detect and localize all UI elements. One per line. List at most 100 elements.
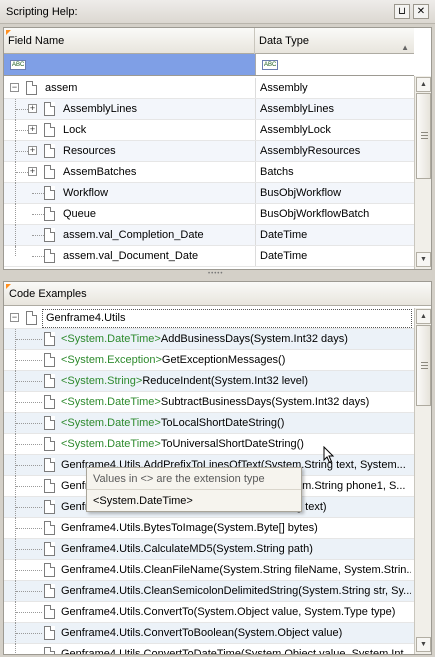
data-type-cell: AssemblyLock xyxy=(255,120,414,140)
document-icon xyxy=(44,165,55,179)
filter-row: ABC ABC xyxy=(4,54,414,76)
document-icon xyxy=(44,437,55,451)
grid-header: Field Name Data Type ▲ xyxy=(4,28,414,54)
document-icon xyxy=(44,626,55,640)
document-icon xyxy=(44,605,55,619)
code-example-row[interactable]: <System.String>ReduceIndent(System.Int32… xyxy=(4,371,414,392)
expand-icon[interactable]: + xyxy=(28,125,37,134)
method-signature: SubtractBusinessDays(System.Int32 days) xyxy=(160,396,370,408)
code-example-label: Genframe4.Utils.ConvertToBoolean(System.… xyxy=(61,623,411,643)
code-example-row[interactable]: Genframe4.Utils.CalculateMD5(System.Stri… xyxy=(4,539,414,560)
field-name-cell: Resources xyxy=(63,145,116,157)
document-icon xyxy=(26,311,37,325)
pin-button[interactable]: ⊔ xyxy=(394,4,410,19)
help-grid-row[interactable]: − assem Assembly xyxy=(4,78,414,99)
method-signature: ToLocalShortDateString() xyxy=(160,417,285,429)
code-example-label: Genframe4.Utils.CleanSemicolonDelimitedS… xyxy=(61,581,411,601)
document-icon xyxy=(44,647,55,654)
expand-icon[interactable]: + xyxy=(28,167,37,176)
column-header-field-name[interactable]: Field Name xyxy=(4,28,255,54)
code-example-row[interactable]: Genframe4.Utils.ConvertToBoolean(System.… xyxy=(4,623,414,644)
help-grid-row[interactable]: + Lock AssemblyLock xyxy=(4,120,414,141)
document-icon xyxy=(44,186,55,200)
tree-connector xyxy=(16,172,28,173)
help-grid-row[interactable]: + AssemBatches Batchs xyxy=(4,162,414,183)
field-name-cell: assem xyxy=(45,82,78,94)
tooltip-divider xyxy=(87,489,301,490)
data-type-cell: DateTime xyxy=(255,225,414,245)
document-icon xyxy=(26,81,37,95)
code-example-label: Genframe4.Utils.CleanFileName(System.Str… xyxy=(61,560,411,580)
code-example-row[interactable]: <System.DateTime>AddBusinessDays(System.… xyxy=(4,329,414,350)
scroll-thumb[interactable] xyxy=(416,93,431,179)
collapse-icon[interactable]: − xyxy=(10,313,19,322)
code-example-row[interactable]: <System.DateTime>SubtractBusinessDays(Sy… xyxy=(4,392,414,413)
method-signature: Genfr xyxy=(61,480,89,492)
code-example-row[interactable]: Genframe4.Utils.ConvertToDateTime(System… xyxy=(4,644,414,654)
tree-connector xyxy=(16,360,42,361)
document-icon xyxy=(44,479,55,493)
data-type-filter-cell[interactable]: ABC xyxy=(255,54,414,75)
method-signature: Genframe4.Utils.CalculateMD5(System.Stri… xyxy=(61,543,313,555)
scroll-up-button[interactable]: ▲ xyxy=(416,77,431,92)
method-signature: Genframe4.Utils.BytesToImage(System.Byte… xyxy=(61,522,318,534)
help-grid-row[interactable]: assem.val_Document_Date DateTime xyxy=(4,246,414,267)
document-icon xyxy=(44,542,55,556)
help-grid-row[interactable]: + AssemblyLines AssemblyLines xyxy=(4,99,414,120)
help-grid-row[interactable]: Queue BusObjWorkflowBatch xyxy=(4,204,414,225)
code-example-row[interactable]: Genframe4.Utils.BytesToImage(System.Byte… xyxy=(4,518,414,539)
field-name-filter-cell[interactable]: ABC xyxy=(4,54,255,75)
code-example-row[interactable]: Genframe4.Utils.CleanSemicolonDelimitedS… xyxy=(4,581,414,602)
method-signature: AddBusinessDays(System.Int32 days) xyxy=(160,333,348,345)
code-example-row[interactable]: Genframe4.Utils.CleanFileName(System.Str… xyxy=(4,560,414,581)
code-example-label: <System.DateTime>AddBusinessDays(System.… xyxy=(61,329,411,349)
method-signature: Genframe4.Utils.ConvertToBoolean(System.… xyxy=(61,627,343,639)
code-examples-scrollbar[interactable]: ▲ ▼ xyxy=(414,308,431,654)
tree-connector xyxy=(16,402,42,403)
scripting-help-grid: Field Name Data Type ▲ ABC ABC − assem Ass… xyxy=(3,27,432,270)
code-example-row[interactable]: Genframe4.Utils.ConvertTo(System.Object … xyxy=(4,602,414,623)
document-icon xyxy=(44,332,55,346)
code-example-label: Genframe4.Utils.BytesToImage(System.Byte… xyxy=(61,518,411,538)
code-example-label: <System.String>ReduceIndent(System.Int32… xyxy=(61,371,411,391)
code-example-label: <System.DateTime>SubtractBusinessDays(Sy… xyxy=(61,392,411,412)
data-type-cell: Assembly xyxy=(255,78,414,98)
help-grid-row[interactable]: assem.val_Completion_Date DateTime xyxy=(4,225,414,246)
column-header-data-type[interactable]: Data Type ▲ xyxy=(255,28,414,54)
expand-icon[interactable]: + xyxy=(28,146,37,155)
mouse-cursor-icon xyxy=(323,446,335,464)
scroll-down-button[interactable]: ▼ xyxy=(416,637,431,652)
tree-root-row[interactable]: − Genframe4.Utils xyxy=(4,308,414,329)
method-signature: ToUniversalShortDateString() xyxy=(160,438,304,450)
scroll-thumb[interactable] xyxy=(416,325,431,406)
expand-icon[interactable]: + xyxy=(28,104,37,113)
document-icon xyxy=(44,521,55,535)
field-name-cell: Queue xyxy=(63,208,97,220)
document-icon xyxy=(44,395,55,409)
extension-type-label: <System.DateTime> xyxy=(61,417,161,429)
help-grid-row[interactable]: Workflow BusObjWorkflow xyxy=(4,183,414,204)
scroll-up-button[interactable]: ▲ xyxy=(416,309,431,324)
help-grid-row[interactable]: + Resources AssemblyResources xyxy=(4,141,414,162)
tree-connector xyxy=(16,486,42,487)
abc-filter-icon: ABC xyxy=(262,60,279,70)
panel-title: Scripting Help: xyxy=(6,6,78,18)
panel-titlebar: Scripting Help: ⊔ ✕ xyxy=(0,0,435,24)
scroll-down-button[interactable]: ▼ xyxy=(416,252,431,267)
code-example-label: <System.DateTime>ToUniversalShortDateStr… xyxy=(61,434,411,454)
close-button[interactable]: ✕ xyxy=(413,4,429,19)
method-signature: Genframe4.Utils.ConvertTo(System.Object … xyxy=(61,606,396,618)
tree-connector xyxy=(16,633,42,634)
code-example-row[interactable]: <System.DateTime>ToUniversalShortDateStr… xyxy=(4,434,414,455)
tree-connector xyxy=(16,130,28,131)
data-type-cell: AssemblyLines xyxy=(255,99,414,119)
extension-type-label: <System.DateTime> xyxy=(61,438,161,450)
code-example-row[interactable]: <System.DateTime>ToLocalShortDateString(… xyxy=(4,413,414,434)
collapse-icon[interactable]: − xyxy=(10,83,19,92)
code-example-row[interactable]: <System.Exception>GetExceptionMessages() xyxy=(4,350,414,371)
field-name-cell: AssemBatches xyxy=(63,166,137,178)
help-grid-scrollbar[interactable]: ▲ ▼ xyxy=(414,76,431,269)
panel-splitter[interactable]: ••••• xyxy=(0,270,435,278)
tree-connector xyxy=(15,204,16,225)
tree-connector xyxy=(32,256,44,257)
